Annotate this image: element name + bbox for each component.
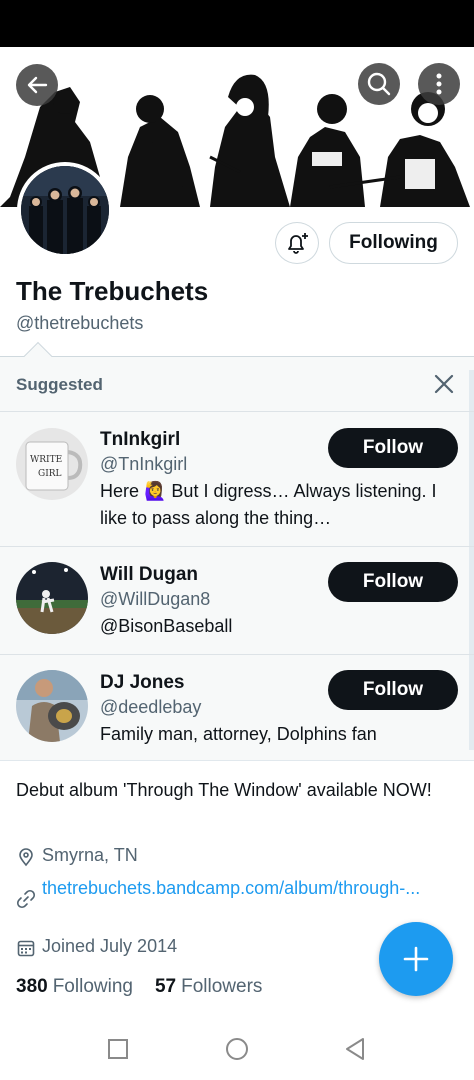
suggested-header: Suggested	[16, 375, 103, 394]
link-icon	[16, 889, 36, 909]
profile-bio: Debut album 'Through The Window' availab…	[16, 780, 432, 800]
more-vertical-icon	[436, 73, 442, 95]
followers-count: 57	[154, 976, 177, 997]
back-button[interactable]	[16, 64, 58, 106]
follow-stats: 380 Following 57 Followers	[16, 976, 284, 998]
close-suggested-button[interactable]	[431, 371, 457, 397]
system-back-button[interactable]	[341, 1035, 369, 1063]
suggested-name[interactable]: TnInkgirl	[100, 429, 180, 451]
follow-button[interactable]: Follow	[328, 428, 458, 468]
website-link[interactable]: thetrebuchets.bandcamp.com/album/through…	[42, 875, 420, 902]
profile-avatar[interactable]	[17, 162, 113, 258]
search-icon	[367, 72, 391, 96]
following-stat[interactable]: 380 Following	[16, 976, 133, 998]
notifications-button[interactable]	[275, 222, 319, 264]
followers-stat[interactable]: 57 Followers	[155, 976, 262, 998]
status-bar	[0, 0, 474, 47]
plus-icon	[403, 946, 429, 972]
follow-button[interactable]: Follow	[328, 562, 458, 602]
recent-apps-button[interactable]	[104, 1035, 132, 1063]
follow-button[interactable]: Follow	[328, 670, 458, 710]
more-options-button[interactable]	[418, 63, 460, 105]
profile-joined: Joined July 2014	[16, 936, 177, 958]
close-icon	[434, 374, 454, 394]
profile-location: Smyrna, TN	[16, 845, 138, 867]
profile-name: The Trebuchets	[16, 276, 209, 306]
suggested-account-row[interactable]: DJ Jones @deedlebay Family man, attorney…	[0, 654, 474, 761]
location-pin-icon	[19, 848, 33, 867]
followers-label: Followers	[181, 976, 263, 997]
calendar-icon	[17, 940, 35, 957]
suggested-account-row[interactable]: Will Dugan @WillDugan8 @BisonBaseball Fo…	[0, 546, 474, 654]
suggested-bio: Here 🙋‍♀️ But I digress… Always listenin…	[100, 481, 437, 528]
svg-text:WRITE: WRITE	[30, 455, 62, 465]
suggested-handle: @deedlebay	[100, 697, 202, 717]
location-text: Smyrna, TN	[42, 845, 138, 865]
suggested-bio: @BisonBaseball	[100, 616, 233, 636]
suggested-avatar[interactable]: WRITE GIRL	[16, 428, 88, 500]
home-button[interactable]	[223, 1035, 251, 1063]
suggested-handle: @WillDugan8	[100, 589, 211, 609]
suggested-avatar[interactable]	[16, 562, 88, 634]
suggested-account-row[interactable]: WRITE GIRL TnInkgirl @TnInkgirl Here 🙋‍♀…	[0, 411, 474, 546]
suggested-bio: Family man, attorney, Dolphins fan	[100, 724, 377, 744]
following-button[interactable]: Following	[329, 222, 458, 264]
joined-text: Joined July 2014	[42, 936, 178, 956]
suggested-name[interactable]: Will Dugan	[100, 564, 198, 586]
suggested-name[interactable]: DJ Jones	[100, 672, 184, 694]
following-count: 380	[16, 976, 48, 997]
suggested-avatar[interactable]	[16, 670, 88, 742]
following-label: Following	[52, 976, 133, 997]
profile-website[interactable]: thetrebuchets.bandcamp.com/album/through…	[16, 875, 420, 909]
svg-text:GIRL: GIRL	[38, 469, 62, 479]
profile-handle: @thetrebuchets	[16, 313, 144, 333]
arrow-left-icon	[27, 76, 48, 94]
compose-button[interactable]	[379, 922, 453, 996]
bell-plus-icon	[288, 233, 308, 254]
search-button[interactable]	[358, 63, 400, 105]
suggested-handle: @TnInkgirl	[100, 454, 188, 474]
